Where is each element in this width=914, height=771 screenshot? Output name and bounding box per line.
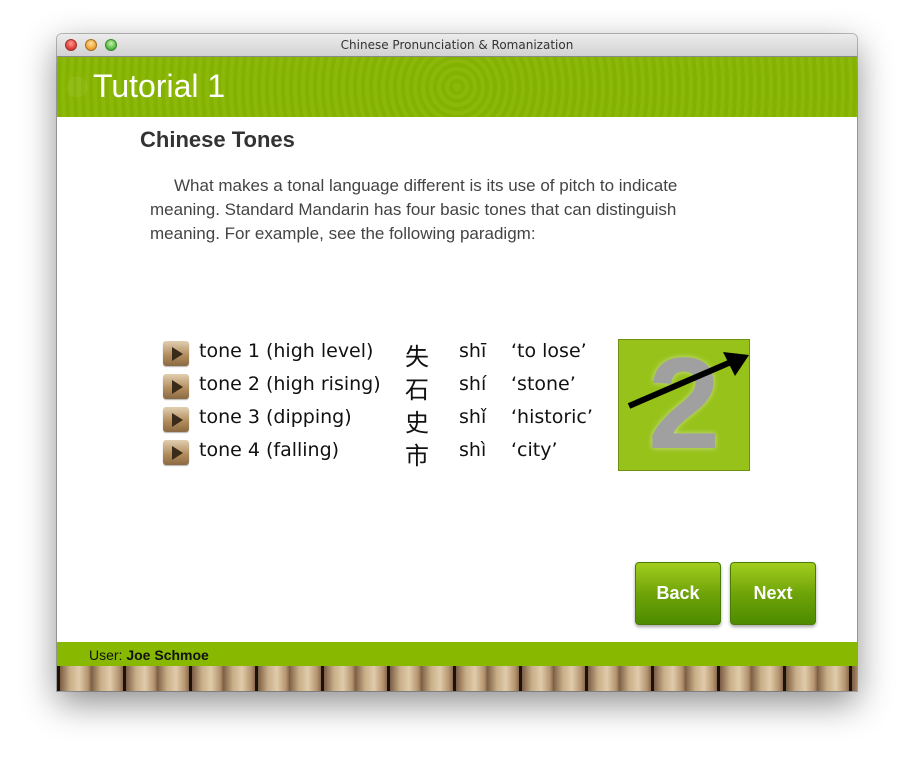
back-button[interactable]: Back [635, 562, 721, 625]
user-prefix: User: [89, 647, 123, 663]
user-name: Joe Schmoe [126, 647, 209, 663]
tone-character: 失 [405, 343, 429, 371]
tone-pinyin: shǐ [459, 406, 487, 428]
title-bar: Chinese Pronunciation & Romanization [57, 34, 857, 57]
play-audio-button[interactable] [163, 374, 189, 399]
tone-pinyin: shì [459, 439, 487, 461]
window-title: Chinese Pronunciation & Romanization [340, 38, 574, 52]
page-title: Tutorial 1 [93, 68, 226, 104]
tone-label: tone 2 (high rising) [199, 373, 381, 395]
intro-paragraph: What makes a tonal language different is… [150, 176, 678, 243]
tone-label: tone 1 (high level) [199, 340, 374, 362]
tone-gloss: ‘to lose’ [511, 340, 587, 362]
tone-pinyin: shí [459, 373, 487, 395]
bamboo-decoration [57, 666, 857, 691]
tone-character: 史 [405, 409, 429, 437]
section-title: Chinese Tones [140, 127, 295, 152]
tone-character: 市 [405, 442, 429, 470]
rising-arrow-icon [627, 352, 749, 409]
tone-gloss: ‘stone’ [511, 373, 576, 395]
user-info: User: Joe Schmoe [89, 647, 209, 663]
status-bar: User: Joe Schmoe [57, 642, 857, 666]
app-window: Chinese Pronunciation & Romanization Tut… [57, 34, 857, 691]
next-button[interactable]: Next [730, 562, 816, 625]
tone-gloss: ‘historic’ [511, 406, 593, 428]
tone-label: tone 4 (falling) [199, 439, 340, 461]
play-audio-button[interactable] [163, 407, 189, 432]
tone-pinyin: shī [459, 340, 487, 362]
tone-gloss: ‘city’ [511, 439, 558, 461]
tone-label: tone 3 (dipping) [199, 406, 352, 428]
tone-character: 石 [405, 376, 429, 404]
header-banner: Tutorial 1 [57, 57, 857, 117]
play-audio-button[interactable] [163, 341, 189, 366]
tone-contour-graphic: 2 [618, 330, 750, 476]
play-audio-button[interactable] [163, 440, 189, 465]
